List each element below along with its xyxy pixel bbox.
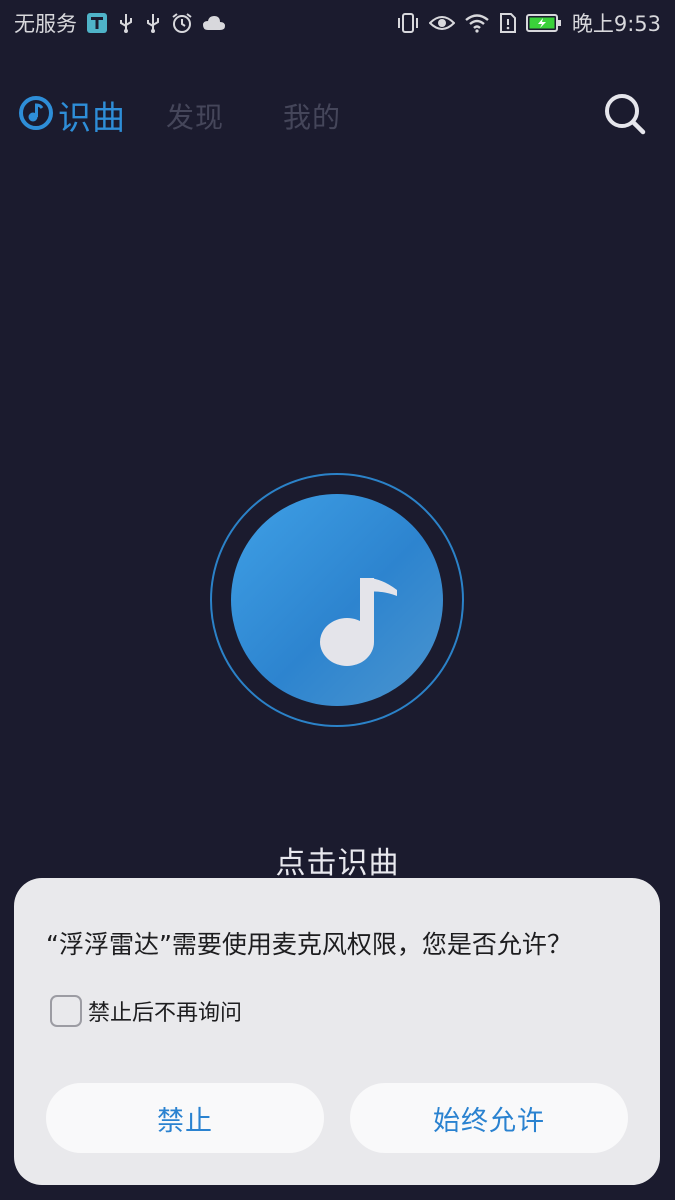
top-nav: 识曲 发现 我的 <box>0 80 675 150</box>
permission-dialog: “浮浮雷达”需要使用麦克风权限，您是否允许？ 禁止后不再询问 禁止 始终允许 <box>14 878 660 1185</box>
alarm-icon <box>171 12 193 34</box>
usb-icon <box>144 12 162 34</box>
carrier-text: 无服务 <box>14 12 77 36</box>
screen: 无服务 晚上9:53 识曲 发现 我的 点击识曲 “浮浮雷达”需要使用麦克风权限… <box>0 0 675 1200</box>
dont-ask-again-checkbox[interactable] <box>50 995 82 1027</box>
clock-time: 晚上9:53 <box>571 12 661 36</box>
eye-icon <box>428 13 455 33</box>
tab-recognize[interactable]: 识曲 <box>18 91 126 139</box>
search-icon <box>603 94 647 140</box>
dont-ask-again-label: 禁止后不再询问 <box>88 1001 243 1026</box>
vibrate-icon <box>396 12 420 34</box>
recognize-disc <box>231 494 443 706</box>
status-bar-left: 无服务 <box>14 9 226 37</box>
usb-icon <box>117 12 135 34</box>
recognize-button[interactable] <box>210 473 464 727</box>
sim-card-icon <box>86 12 108 34</box>
status-bar: 无服务 晚上9:53 <box>0 0 675 46</box>
wifi-icon <box>464 13 490 33</box>
dont-ask-again-row[interactable]: 禁止后不再询问 <box>50 995 242 1027</box>
search-button[interactable] <box>603 92 647 136</box>
tab-discover[interactable]: 发现 <box>166 96 224 136</box>
sim-alert-icon <box>499 12 517 34</box>
tab-recognize-label: 识曲 <box>58 98 126 137</box>
tap-to-recognize-label: 点击识曲 <box>275 846 400 881</box>
cloud-icon <box>202 14 226 32</box>
deny-button[interactable]: 禁止 <box>46 1083 324 1153</box>
always-allow-button[interactable]: 始终允许 <box>350 1083 628 1153</box>
music-logo-icon <box>18 95 54 135</box>
status-bar-right: 晚上9:53 <box>387 9 661 37</box>
tab-mine[interactable]: 我的 <box>283 96 341 136</box>
battery-charging-icon <box>525 13 562 33</box>
music-note-icon <box>317 574 401 668</box>
dialog-message: “浮浮雷达”需要使用麦克风权限，您是否允许？ <box>46 930 572 959</box>
